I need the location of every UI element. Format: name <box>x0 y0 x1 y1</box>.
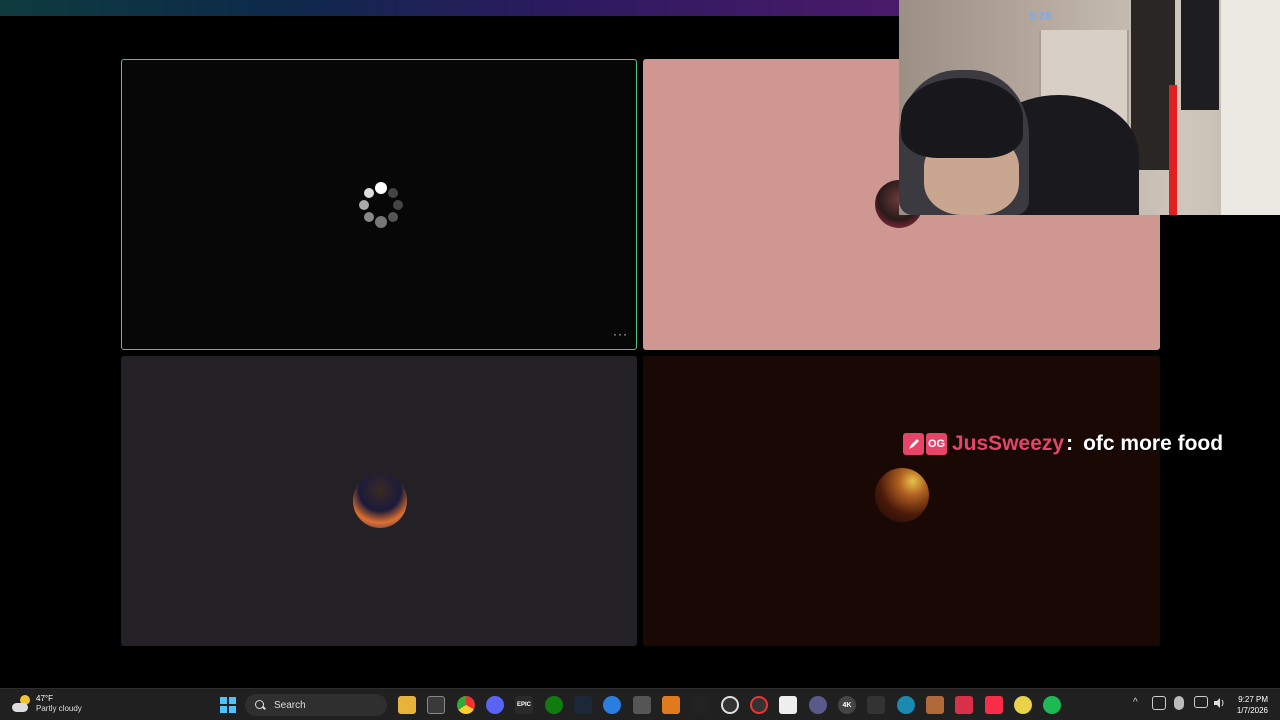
screen: ··· 9:28 OG JusSweezy : ofc more food 47… <box>0 0 1280 720</box>
search-label: Search <box>274 699 306 711</box>
chat-username: JusSweezy <box>952 432 1065 455</box>
chrome-icon[interactable] <box>457 696 475 714</box>
app-icon[interactable] <box>603 696 621 714</box>
display-icon[interactable] <box>1194 696 1208 708</box>
spotify-icon[interactable] <box>1043 696 1061 714</box>
app-icon[interactable] <box>662 696 680 714</box>
app-icon[interactable] <box>809 696 827 714</box>
itunes-icon[interactable] <box>985 696 1003 714</box>
video-tile-4[interactable] <box>643 356 1160 646</box>
minecraft-icon[interactable] <box>633 696 651 714</box>
weather-widget[interactable]: 47°F Partly cloudy <box>12 694 82 714</box>
weather-temperature: 47°F <box>36 694 53 703</box>
chevron-up-icon[interactable]: ^ <box>1133 697 1138 708</box>
file-explorer-icon[interactable] <box>398 696 416 714</box>
pencil-icon <box>903 433 924 455</box>
window-title-bar <box>0 0 900 16</box>
webcam-background-light <box>1169 85 1177 215</box>
app-icon[interactable] <box>779 696 797 714</box>
app-icon[interactable] <box>867 696 885 714</box>
search-icon <box>255 699 266 711</box>
clock-date: 1/7/2026 <box>1236 706 1268 715</box>
participant-avatar <box>353 474 407 528</box>
chat-separator: : <box>1066 432 1074 455</box>
volume-icon[interactable] <box>1212 696 1226 710</box>
webcam-hat <box>901 78 1023 158</box>
network-icon[interactable] <box>1152 696 1166 710</box>
partly-cloudy-icon <box>12 695 30 713</box>
weather-description: Partly cloudy <box>36 704 82 713</box>
app-icon[interactable] <box>1014 696 1032 714</box>
loading-spinner-icon <box>359 182 403 228</box>
discord-icon[interactable] <box>486 696 504 714</box>
participant-avatar <box>875 468 929 522</box>
app-icon[interactable] <box>691 696 709 714</box>
og-badge: OG <box>926 433 947 455</box>
app-icon[interactable] <box>926 696 944 714</box>
app-icon[interactable]: 4K <box>838 696 856 714</box>
steam-icon[interactable] <box>574 696 592 714</box>
webcam-wall-clock: 9:28 <box>1029 11 1052 22</box>
app-icon[interactable] <box>750 696 768 714</box>
store-icon[interactable] <box>427 696 445 714</box>
webcam-background-poster <box>1181 0 1219 110</box>
app-icon[interactable] <box>897 696 915 714</box>
video-tile-3[interactable] <box>121 356 637 646</box>
epic-games-icon[interactable]: EPIC <box>515 696 533 714</box>
webcam-background-door <box>1219 0 1280 215</box>
system-clock[interactable]: 9:27 PM 1/7/2026 <box>1237 694 1268 716</box>
settings-icon[interactable] <box>721 696 739 714</box>
app-icon[interactable] <box>955 696 973 714</box>
chat-message: OG JusSweezy : ofc more food <box>903 431 1223 457</box>
taskbar: 47°F Partly cloudy Search EPIC 4K ^ 9:27… <box>0 688 1280 720</box>
start-icon[interactable] <box>219 696 237 714</box>
webcam-overlay: 9:28 <box>899 0 1280 215</box>
chat-message-text: ofc more food <box>1083 432 1224 455</box>
xbox-icon[interactable] <box>545 696 563 714</box>
search-box[interactable]: Search <box>245 694 387 716</box>
more-options-button[interactable]: ··· <box>613 327 628 341</box>
microphone-icon[interactable] <box>1174 696 1184 710</box>
clock-time: 9:27 PM <box>1238 695 1268 704</box>
video-tile-1[interactable]: ··· <box>121 59 637 350</box>
